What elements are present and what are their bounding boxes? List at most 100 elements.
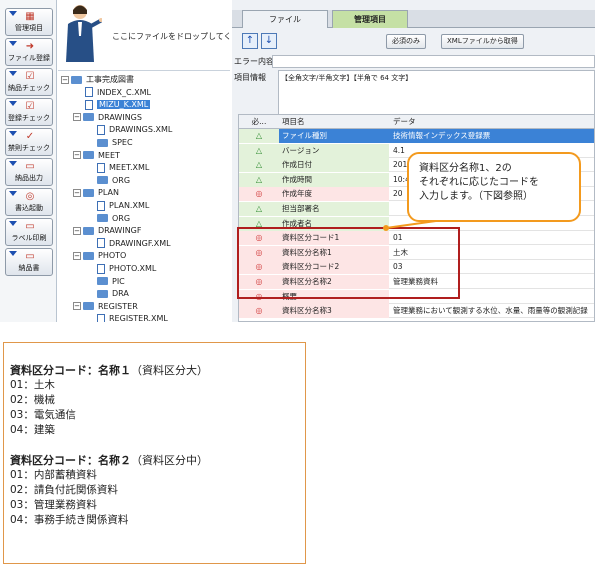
list-icon: ▦ <box>25 11 35 22</box>
tree-item[interactable]: DRAWINGF.XML <box>85 237 171 250</box>
cell-item-name: ファイル種別 <box>279 129 389 143</box>
folder-icon <box>97 214 108 223</box>
folder-icon <box>83 151 94 160</box>
ref-item: 04：建築 <box>10 424 55 436</box>
ref-item: 02：機械 <box>10 394 55 406</box>
collapse-icon[interactable]: − <box>73 226 81 235</box>
dropdown-arrow-icon <box>9 161 17 166</box>
file-icon <box>97 162 105 173</box>
tree-item[interactable]: − DRAWINGF <box>73 224 141 237</box>
file-icon <box>97 124 105 135</box>
mark-glyph: ◎ <box>255 189 263 199</box>
ref-title-1-text: 資料区分コード：名称１ <box>10 364 131 377</box>
ref-list-1: 01：土木 02：機械 03：電気通信 04：建築 <box>10 378 299 438</box>
error-label: エラー内容 <box>234 57 274 66</box>
folder-icon <box>97 277 108 286</box>
tree-item[interactable]: − PLAN <box>73 186 119 199</box>
cell-item-name: バージョン <box>279 143 389 158</box>
toolbar-button-6[interactable]: ◎ 書込起動 <box>5 188 53 216</box>
left-toolbar: ▦ 管理項目 ➜ ファイル登録 ☑ 納品チェック ☑ 登録チェック ✓ 禁則チェック ▭ 納品出力 ◎ 書… <box>0 0 57 322</box>
folder-icon <box>97 289 108 298</box>
arrow-down-icon[interactable]: ↓ <box>261 33 277 49</box>
tree-item[interactable]: − PHOTO <box>73 249 126 262</box>
toolbar-button-0[interactable]: ▦ 管理項目 <box>5 8 53 36</box>
ref-item: 03：管理業務資料 <box>10 499 97 511</box>
tree-item[interactable]: MEET.XML <box>85 161 149 174</box>
folder-icon <box>97 176 108 185</box>
ref-item: 01：内部蓄積資料 <box>10 469 97 481</box>
tree-item[interactable]: DRA <box>85 287 129 300</box>
folder-icon <box>83 188 94 197</box>
tree-item[interactable]: PLAN.XML <box>85 199 149 212</box>
tree-item[interactable]: INDEX_C.XML <box>73 86 151 99</box>
error-row: エラー内容 <box>232 55 595 68</box>
collapse-icon[interactable]: − <box>73 302 81 311</box>
cell-data[interactable]: 管理業務において観測する水位、水量、雨量等の観測記録 <box>389 304 594 318</box>
collapse-icon[interactable]: − <box>73 113 81 122</box>
toolbar-button-7[interactable]: ▭ ラベル印刷 <box>5 218 53 246</box>
tree-item-label: DRAWINGF <box>98 226 142 236</box>
file-icon <box>85 87 93 98</box>
printer-icon: ▭ <box>25 221 35 232</box>
tree-item[interactable]: MIZU_K.XML <box>73 98 151 111</box>
toolbar-button-3[interactable]: ☑ 登録チェック <box>5 98 53 126</box>
table-row[interactable]: ◎ 資料区分名称3 管理業務において観測する水位、水量、雨量等の観測記録 <box>239 304 594 319</box>
toolbar-button-8[interactable]: ▭ 納品書 <box>5 248 53 276</box>
tab-manage[interactable]: 管理項目 <box>332 10 408 28</box>
header-required: 必... <box>251 117 267 126</box>
tree-item[interactable]: PHOTO.XML <box>85 262 156 275</box>
tree-item[interactable]: − 工事完成図書 <box>61 73 134 86</box>
file-tree[interactable]: − 工事完成図書 INDEX_C.XML MIZU_K.XML − DRAWINGS DRA… <box>58 70 230 322</box>
ref-list-2: 01：内部蓄積資料 02：請負付託関係資料 03：管理業務資料 04：事務手続き関係資… <box>10 468 299 528</box>
tree-item[interactable]: DRAWINGS.XML <box>85 123 172 136</box>
tree-item[interactable]: SPEC <box>85 136 133 149</box>
toolbar-button-label: 納品出力 <box>15 174 43 182</box>
drop-area[interactable]: ここにファイルをドロップしてください <box>58 0 256 68</box>
folder-icon <box>97 138 108 147</box>
disc-icon: ◎ <box>25 191 35 202</box>
error-field[interactable] <box>272 55 595 68</box>
tree-item[interactable]: PIC <box>85 275 125 288</box>
tree-item[interactable]: − REGISTER <box>73 300 138 313</box>
info-row: 項目情報 【全角文字/半角文字】【半角で 64 文字】 <box>232 70 595 118</box>
ref-item: 02：請負付託関係資料 <box>10 484 118 496</box>
cell-item-name: 担当部署名 <box>279 202 389 216</box>
required-only-button[interactable]: 必須のみ <box>386 34 426 49</box>
tree-item-label: MIZU_K.XML <box>97 100 151 110</box>
arrow-icon: ➜ <box>25 41 35 52</box>
tree-item-label: INDEX_C.XML <box>97 87 152 97</box>
ref-item: 04：事務手続き関係資料 <box>10 514 129 526</box>
tab-file[interactable]: ファイル <box>242 10 328 28</box>
toolbar-button-5[interactable]: ▭ 納品出力 <box>5 158 53 186</box>
tab-bar: ファイル 管理項目 <box>232 10 595 28</box>
tree-item-label: DRAWINGF.XML <box>109 238 171 248</box>
tree-item-label: DRAWINGS.XML <box>109 125 173 135</box>
table-row[interactable]: △ ファイル種別 技術情報インデックス登録票 <box>239 129 594 143</box>
ref-item: 01：土木 <box>10 379 55 391</box>
tree-item-label: PIC <box>112 276 125 286</box>
get-from-xml-button[interactable]: XMLファイルから取得 <box>441 34 524 49</box>
collapse-icon[interactable]: − <box>73 251 81 260</box>
cell-data[interactable]: 技術情報インデックス登録票 <box>389 129 594 143</box>
toolbar-button-label: 納品チェック <box>8 84 50 92</box>
tree-item[interactable]: ORG <box>85 212 130 225</box>
collapse-icon[interactable]: − <box>73 188 81 197</box>
tree-item[interactable]: − DRAWINGS <box>73 111 142 124</box>
info-label: 項目情報 <box>234 73 266 82</box>
arrow-up-icon[interactable]: ↑ <box>242 33 258 49</box>
toolbar-button-2[interactable]: ☑ 納品チェック <box>5 68 53 96</box>
tree-item-label: 工事完成図書 <box>86 75 134 84</box>
collapse-icon[interactable]: − <box>61 75 69 84</box>
dropdown-arrow-icon <box>9 131 17 136</box>
tree-item-label: PHOTO.XML <box>109 264 157 273</box>
tree-item[interactable]: REGISTER.XML <box>85 312 168 322</box>
tree-item[interactable]: ORG <box>85 174 130 187</box>
tree-item[interactable]: − MEET <box>73 149 120 162</box>
collapse-icon[interactable]: − <box>73 151 81 160</box>
dropdown-arrow-icon <box>9 251 17 256</box>
toolbar-button-4[interactable]: ✓ 禁則チェック <box>5 128 53 156</box>
toolbar-button-label: 書込起動 <box>15 204 43 212</box>
mark-glyph: ◎ <box>255 306 263 316</box>
required-mark-icon: ◎ <box>239 187 279 202</box>
toolbar-button-1[interactable]: ➜ ファイル登録 <box>5 38 53 66</box>
